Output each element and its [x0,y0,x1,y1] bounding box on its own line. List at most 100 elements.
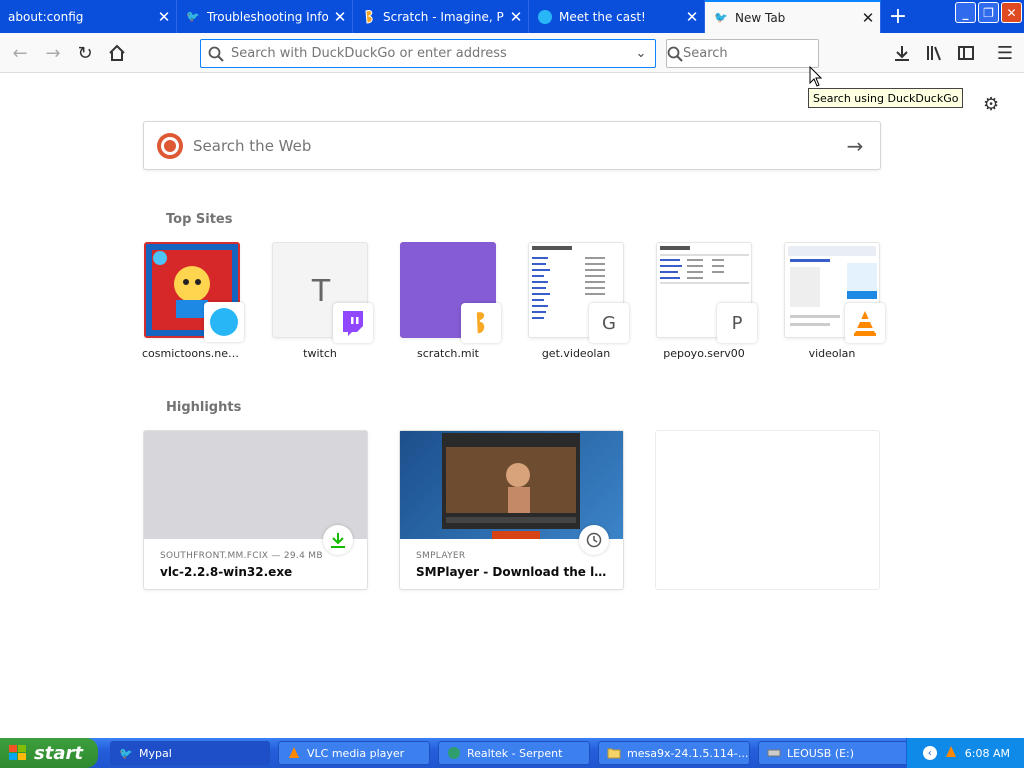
close-icon[interactable]: ✕ [152,8,176,26]
tab-title: New Tab [735,10,786,25]
search-input[interactable] [683,46,853,61]
windows-logo-icon [9,745,26,760]
task-label: mesa9x-24.1.5.114-... [627,746,749,760]
address-input[interactable] [231,46,627,61]
highlight-card[interactable]: SMPLAYER SMPlayer - Download the latest … [399,430,624,590]
task-label: Realtek - Serpent [467,746,563,760]
arrow-right-icon[interactable]: → [830,134,880,158]
highlight-title: SMPlayer - Download the latest … [416,565,611,579]
globe-icon [537,9,553,25]
tab-title: Scratch - Imagine, Program, Share [383,9,504,24]
taskbar: start 🐦 Mypal VLC media player Realtek -… [0,738,1024,768]
start-label: start [34,742,83,764]
library-icon[interactable] [922,41,946,65]
site-label: twitch [303,347,337,360]
navigation-toolbar: ← → ↻ ⌄ ☰ [0,33,1024,73]
download-icon [323,525,353,555]
minimize-button[interactable]: _ [955,2,976,23]
mypal-icon: 🐦 [714,11,728,24]
system-tray: ‹ 6:08 AM [906,738,1024,768]
site-thumbnail [784,242,885,343]
clock: 6:08 AM [964,746,1010,760]
top-site-tile[interactable]: cosmictoons.neoci… [142,242,244,360]
top-sites-title: Top Sites [166,212,233,227]
new-tab-button[interactable]: + [881,0,915,33]
tab-about-config[interactable]: about:config ✕ [0,0,177,33]
top-site-tile[interactable]: videolan [784,242,885,360]
taskbar-item-leousb[interactable]: LEOUSB (E:) [758,741,908,765]
close-icon[interactable]: ✕ [328,8,352,26]
tab-bar: about:config ✕ 🐦 Troubleshooting Informa… [0,0,1024,33]
back-arrow-icon[interactable]: ← [8,41,32,65]
taskbar-item-mesa[interactable]: mesa9x-24.1.5.114-... [598,741,750,765]
forward-arrow-icon[interactable]: → [41,41,65,65]
top-site-tile[interactable]: scratch.mit [400,242,501,360]
tab-title: Troubleshooting Information [207,9,328,24]
close-icon[interactable]: ✕ [504,8,528,26]
duckduckgo-icon [157,132,183,159]
search-bar[interactable] [666,39,853,68]
highlight-placeholder [655,430,880,590]
reload-icon[interactable]: ↻ [73,41,97,65]
restore-button[interactable]: ❐ [978,2,999,23]
vlc-tray-icon[interactable] [945,745,957,762]
site-label: pepoyo.serv00 [663,347,745,360]
top-site-tile[interactable]: G get.videolan [528,242,629,360]
download-icon[interactable] [890,41,914,65]
site-thumbnail: G [528,242,629,343]
site-thumbnail [144,242,244,342]
home-icon[interactable] [105,41,129,65]
sidebar-icon[interactable] [954,41,978,65]
close-icon[interactable]: ✕ [680,8,704,26]
window-close-button[interactable]: ✕ [1001,2,1022,23]
vlc-icon [845,303,885,343]
top-site-tile[interactable]: T twitch [272,242,373,360]
highlight-title: vlc-2.2.8-win32.exe [160,565,293,579]
task-label: Mypal [139,746,172,760]
window-controls: _ ❐ ✕ [955,2,1022,23]
address-bar[interactable]: ⌄ [200,39,656,68]
tab-title: about:config [8,9,84,24]
site-thumbnail [400,242,501,343]
folder-icon [607,746,621,760]
web-search-box[interactable]: → [143,121,881,170]
clock-icon [579,525,609,555]
search-icon [667,40,683,67]
scratch-icon [461,303,501,343]
chevron-down-icon[interactable]: ⌄ [627,46,655,61]
mypal-icon: 🐦 [186,10,200,23]
site-label: scratch.mit [417,347,479,360]
site-thumbnail: P [656,242,757,343]
search-tooltip: Search using DuckDuckGo [808,88,964,108]
tab-new-tab[interactable]: 🐦 New Tab ✕ [705,0,881,33]
site-label: videolan [808,347,856,360]
task-label: VLC media player [307,746,405,760]
highlights-title: Highlights [166,400,242,415]
tab-scratch[interactable]: Scratch - Imagine, Program, Share ✕ [353,0,529,33]
highlight-card[interactable]: SOUTHFRONT.MM.FCIX — 29.4 MB vlc-2.2.8-w… [143,430,368,590]
site-label: cosmictoons.neoci… [142,347,242,360]
realtek-icon [447,746,461,760]
drive-icon [767,746,781,760]
site-letter-badge: P [717,303,757,343]
tray-arrow-icon[interactable]: ‹ [922,746,937,760]
tab-meet-the-cast[interactable]: Meet the cast! ✕ [529,0,705,33]
taskbar-item-mypal[interactable]: 🐦 Mypal [110,741,270,765]
gear-icon[interactable]: ⚙ [983,94,999,115]
close-icon[interactable]: ✕ [856,9,880,27]
tab-troubleshooting[interactable]: 🐦 Troubleshooting Information ✕ [177,0,353,33]
vlc-icon [287,746,301,760]
web-search-input[interactable] [193,136,830,155]
mypal-icon: 🐦 [119,746,133,760]
top-site-tile[interactable]: P pepoyo.serv00 [656,242,757,360]
taskbar-item-vlc[interactable]: VLC media player [278,741,430,765]
site-label: get.videolan [541,347,611,360]
start-button[interactable]: start [0,738,98,768]
menu-icon[interactable]: ☰ [993,41,1017,65]
mouse-cursor-icon [809,66,823,87]
task-label: LEOUSB (E:) [787,746,855,760]
highlight-thumbnail [400,431,623,539]
search-icon [201,40,231,67]
twitch-icon [333,303,373,343]
taskbar-item-realtek[interactable]: Realtek - Serpent [438,741,590,765]
